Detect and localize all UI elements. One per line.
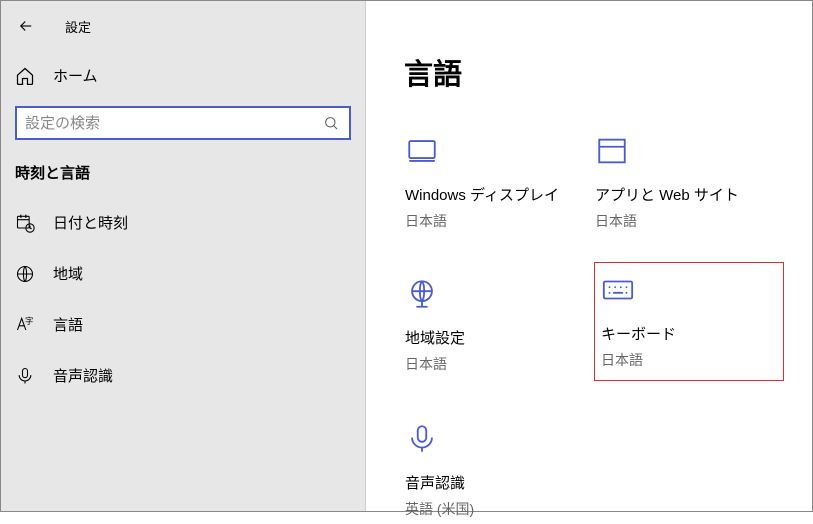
tile-keyboard[interactable]: キーボード 日本語	[594, 262, 784, 381]
microphone-icon	[405, 422, 439, 456]
search-input[interactable]	[25, 115, 323, 132]
sidebar-item-speech[interactable]: 音声認識	[1, 350, 365, 401]
window-icon	[595, 134, 629, 168]
back-button[interactable]	[15, 15, 37, 37]
sidebar-item-datetime[interactable]: 日付と時刻	[1, 197, 365, 248]
nav-label: 音声認識	[53, 365, 113, 386]
tile-title: 地域設定	[405, 327, 593, 348]
tile-windows-display[interactable]: Windows ディスプレイ 日本語	[404, 129, 594, 236]
tile-sub: 日本語	[405, 354, 593, 374]
display-icon	[405, 134, 439, 168]
sidebar: 設定 ホーム 時刻と言語 日付と時刻 地域 字 言語 音声	[1, 1, 366, 511]
tile-sub: 英語 (米国)	[405, 499, 593, 519]
tile-apps-websites[interactable]: アプリと Web サイト 日本語	[594, 129, 784, 236]
home-icon	[15, 66, 35, 86]
nav-label: 地域	[53, 263, 83, 284]
keyboard-icon	[601, 273, 635, 307]
svg-text:字: 字	[25, 316, 33, 326]
nav-label: 言語	[53, 314, 83, 335]
tile-sub: 日本語	[595, 211, 783, 231]
search-icon	[323, 115, 341, 131]
home-label: ホーム	[53, 65, 98, 86]
tile-title: アプリと Web サイト	[595, 184, 783, 205]
header-title: 設定	[65, 17, 91, 36]
language-icon: 字	[15, 315, 35, 335]
sidebar-item-home[interactable]: ホーム	[1, 53, 365, 98]
tile-speech[interactable]: 音声認識 英語 (米国)	[404, 417, 594, 524]
tile-title: 音声認識	[405, 472, 593, 493]
tile-sub: 日本語	[405, 211, 593, 231]
tile-title: キーボード	[601, 323, 777, 344]
calendar-clock-icon	[15, 213, 35, 233]
sidebar-item-language[interactable]: 字 言語	[1, 299, 365, 350]
arrow-left-icon	[17, 17, 35, 35]
globe-stand-icon	[405, 277, 439, 311]
nav-label: 日付と時刻	[53, 212, 128, 233]
main-content: 言語 Windows ディスプレイ 日本語 アプリと Web サイト 日本語 地…	[366, 1, 812, 511]
header-row: 設定	[1, 9, 365, 53]
search-box[interactable]	[15, 106, 351, 140]
tile-title: Windows ディスプレイ	[405, 184, 593, 205]
tile-sub: 日本語	[601, 350, 777, 370]
tile-grid: Windows ディスプレイ 日本語 アプリと Web サイト 日本語 地域設定…	[404, 129, 784, 524]
microphone-icon	[15, 366, 35, 386]
section-title: 時刻と言語	[1, 162, 365, 197]
page-title: 言語	[404, 51, 784, 93]
tile-region-format[interactable]: 地域設定 日本語	[404, 272, 594, 381]
globe-icon	[15, 264, 35, 284]
sidebar-item-region[interactable]: 地域	[1, 248, 365, 299]
